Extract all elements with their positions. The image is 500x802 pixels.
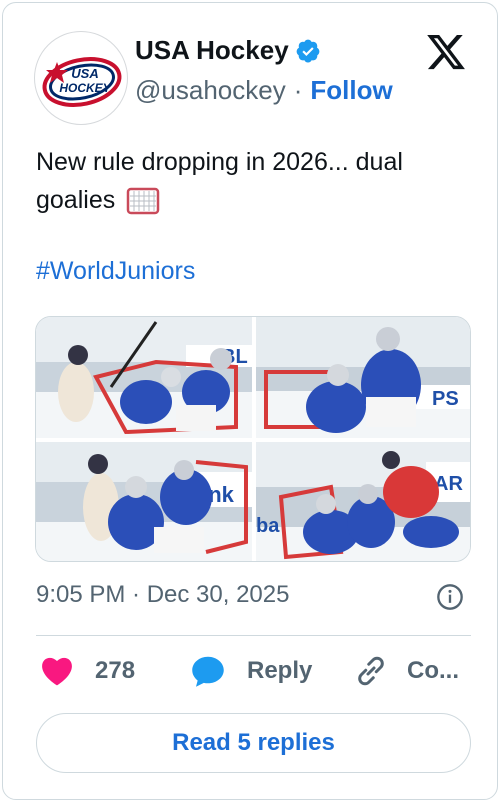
media-grid[interactable]: BL PS ank AR ba <box>35 316 471 562</box>
handle[interactable]: @usahockey <box>135 75 286 106</box>
svg-text:ba: ba <box>256 515 280 537</box>
usa-hockey-logo-icon: USA HOCKEY <box>38 35 126 123</box>
logo-text-bottom: HOCKEY <box>59 81 111 95</box>
photo-3[interactable]: ank <box>36 442 252 561</box>
info-icon[interactable] <box>436 583 464 611</box>
follow-link[interactable]: Follow <box>310 75 392 106</box>
read-replies-button[interactable]: Read 5 replies <box>36 713 471 773</box>
reply-label: Reply <box>247 657 313 684</box>
reply-button[interactable]: Reply <box>189 653 312 689</box>
like-count: 278 <box>95 657 136 684</box>
photo-4[interactable]: AR ba <box>256 442 470 561</box>
tweet-text-block: New rule dropping in 2026... dual goalie… <box>36 143 476 219</box>
logo-text-top: USA <box>71 66 98 81</box>
handle-row: @usahockey · Follow <box>135 75 393 106</box>
photo-1[interactable]: BL <box>36 317 252 438</box>
avatar[interactable]: USA HOCKEY <box>34 31 128 125</box>
x-logo-icon[interactable] <box>423 31 469 73</box>
hashtag-link[interactable]: #WorldJuniors <box>36 257 195 286</box>
separator: · <box>293 75 303 105</box>
reply-bubble-icon <box>192 656 224 687</box>
verified-badge-icon <box>296 39 320 62</box>
heart-icon <box>42 657 72 686</box>
tweet-card: USA HOCKEY USA Hockey @usahockey · Follo… <box>2 2 498 800</box>
copy-label: Co... <box>407 657 459 684</box>
display-name[interactable]: USA Hockey <box>135 35 289 66</box>
like-button[interactable]: 278 <box>39 653 135 689</box>
hockey-goal-icon <box>126 188 160 215</box>
link-icon <box>358 656 384 686</box>
tweet-text: New rule dropping in 2026... dual goalie… <box>36 148 403 214</box>
author-name-row: USA Hockey <box>135 35 321 66</box>
copy-link-button[interactable]: Co... <box>353 653 459 689</box>
photo-2[interactable]: PS <box>256 317 470 438</box>
divider <box>36 635 471 636</box>
tweet-timestamp[interactable]: 9:05 PM · Dec 30, 2025 <box>36 581 289 609</box>
photo-2-banner: PS <box>432 388 459 410</box>
